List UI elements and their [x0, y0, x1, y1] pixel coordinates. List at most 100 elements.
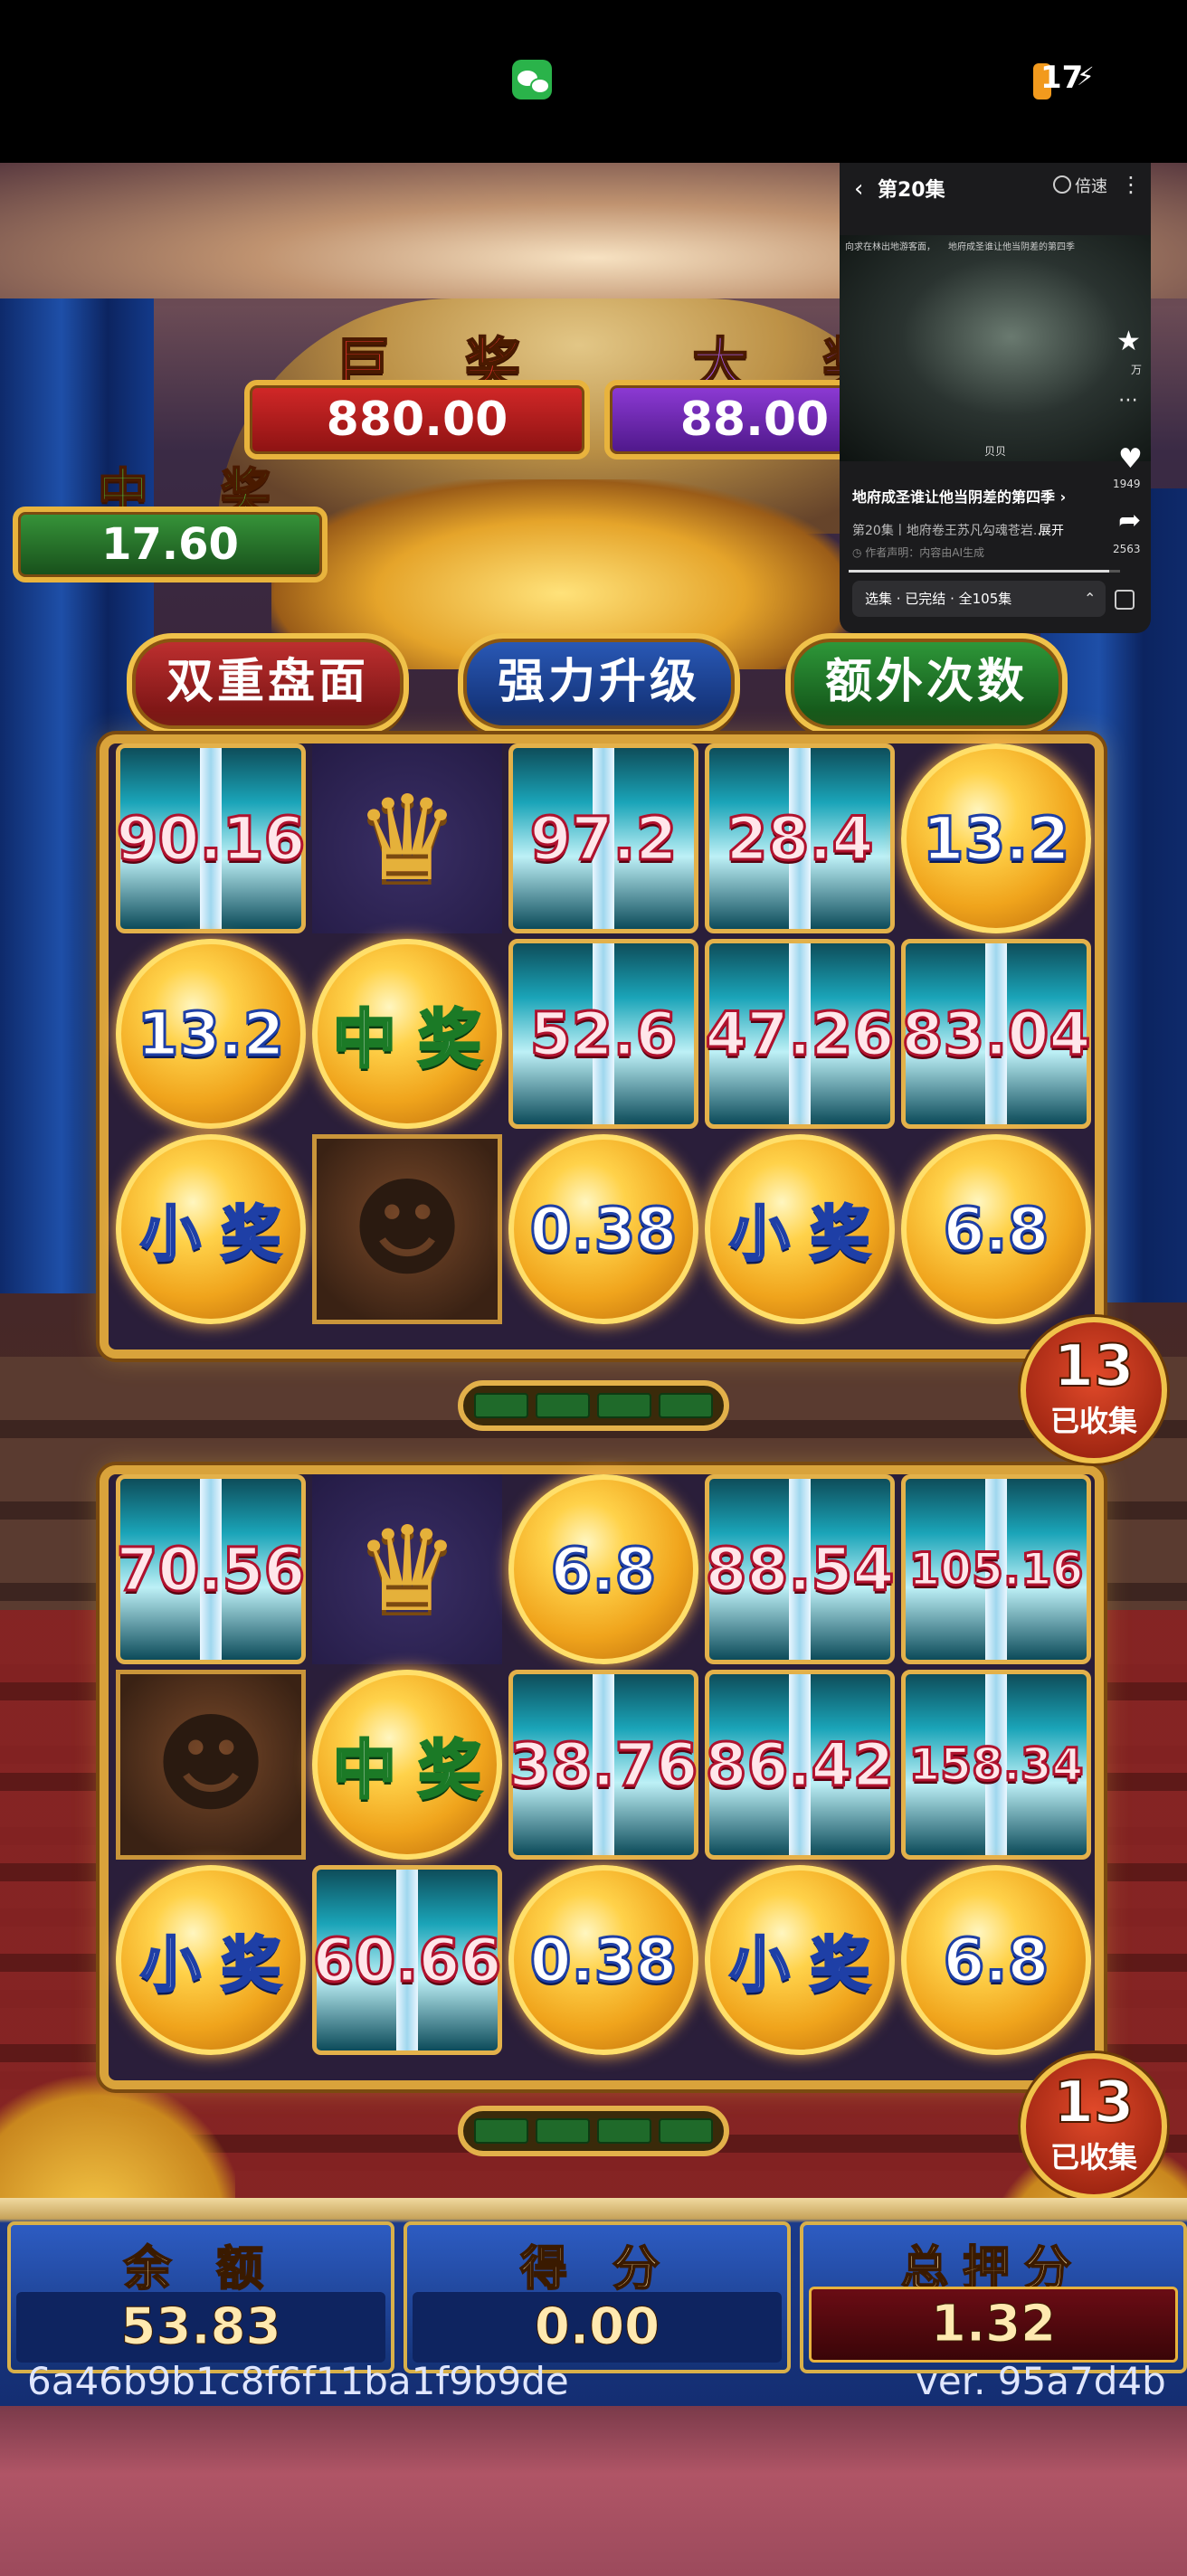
symbol-value: 90.16	[115, 802, 307, 875]
author-statement: ◷ 作者声明：内容由AI生成	[852, 546, 985, 559]
status-bar	[0, 0, 1187, 163]
footer-strip	[0, 2406, 1187, 2576]
favorite-icon[interactable]: ★	[1116, 326, 1141, 357]
progress-segment	[659, 1393, 713, 1418]
sword-symbol: 90.16	[115, 743, 307, 933]
progress-segment	[659, 2118, 713, 2144]
progress-segment	[536, 2118, 590, 2144]
sword-symbol: 60.66	[311, 1865, 503, 2055]
orb-symbol: 小 奖	[116, 1865, 306, 2055]
sword-symbol: 47.26	[704, 939, 896, 1129]
score-label: 得 分	[519, 2241, 675, 2297]
back-icon[interactable]: ‹	[854, 175, 863, 203]
sword-symbol: 52.6	[508, 939, 698, 1129]
orb-symbol: 0.38	[508, 1134, 698, 1324]
king-face-icon: ☻	[154, 1701, 268, 1828]
symbol-value: 小 奖	[139, 1198, 282, 1271]
video-progress-bar[interactable]	[849, 570, 1120, 573]
progress-segment	[474, 1393, 528, 1418]
comment-icon[interactable]: ⋯	[1118, 389, 1138, 412]
episode-title: 第20集	[878, 179, 945, 202]
pip-icon[interactable]	[1115, 590, 1135, 610]
session-hash: 6a46b9b1c8f6f11ba1f9b9de	[27, 2359, 569, 2403]
sword-symbol: 158.34	[901, 1670, 1091, 1860]
king-symbol: ☻	[116, 1670, 306, 1860]
progress-segment	[536, 1393, 590, 1418]
favorite-count: 万	[1131, 364, 1143, 376]
crown-icon: ♛	[354, 770, 461, 907]
symbol-value: 83.04	[900, 998, 1092, 1070]
speed-icon[interactable]	[1053, 175, 1071, 194]
score-value: 0.00	[413, 2292, 782, 2363]
symbol-value: 13.2	[921, 802, 1071, 875]
sword-symbol: 70.56	[115, 1474, 307, 1664]
progress-segment	[474, 2118, 528, 2144]
progress-segment	[597, 1393, 651, 1418]
like-count: 1949	[1113, 478, 1141, 490]
collected-label: 已收集	[1049, 1404, 1137, 1438]
video-progress-fill	[849, 570, 1109, 573]
orb-symbol: 13.2	[901, 743, 1091, 933]
orb-symbol: 中 奖	[312, 939, 502, 1129]
king-face-icon: ☻	[350, 1166, 464, 1293]
share-count: 2563	[1113, 543, 1141, 555]
collect-progress-bottom	[458, 2106, 729, 2156]
video-frame[interactable]: 向求在林出地游客面， 地府成圣谁让他当阴差的第四季 贝贝	[840, 235, 1151, 461]
sword-symbol: 97.2	[508, 743, 698, 933]
balance-value: 53.83	[16, 2292, 385, 2363]
sword-symbol: 105.16	[901, 1474, 1091, 1664]
sword-symbol: 28.4	[705, 743, 895, 933]
floating-video-window[interactable]: ‹ 第20集 倍速 ⋮ 向求在林出地游客面， 地府成圣谁让他当阴差的第四季 贝贝…	[840, 163, 1151, 633]
feature-extra-spins[interactable]: 额外次数	[785, 633, 1068, 734]
orb-symbol: 小 奖	[705, 1134, 895, 1324]
speed-button[interactable]: 倍速	[1075, 174, 1107, 197]
feature-double-board[interactable]: 双重盘面	[127, 633, 409, 734]
expand-button[interactable]: 展开	[1039, 521, 1064, 539]
share-icon[interactable]: ➦	[1118, 505, 1141, 536]
collect-progress-top	[458, 1380, 729, 1431]
orb-symbol: 0.38	[508, 1865, 698, 2055]
orb-symbol: 6.8	[901, 1134, 1091, 1324]
sword-symbol: 83.04	[900, 939, 1092, 1129]
sword-symbol: 86.42	[704, 1670, 896, 1860]
wechat-icon[interactable]	[512, 60, 552, 99]
video-watermark: 贝贝	[984, 445, 1007, 458]
collected-badge-bottom: 13 已收集	[1021, 2053, 1167, 2200]
balance-box: 余 额 53.83	[7, 2221, 394, 2373]
orb-symbol: 小 奖	[116, 1134, 306, 1324]
crown-symbol: ♛	[312, 743, 502, 933]
crown-icon: ♛	[354, 1501, 461, 1638]
collected-count: 13	[1052, 1333, 1135, 1400]
balance-label: 余 额	[123, 2241, 279, 2297]
orb-symbol: 6.8	[508, 1474, 698, 1664]
symbol-value: 70.56	[115, 1533, 307, 1605]
charging-icon: ⚡	[1077, 62, 1095, 91]
grand-jackpot-value: 880.00	[244, 380, 590, 459]
king-symbol: ☻	[312, 1134, 502, 1324]
score-box: 得 分 0.00	[404, 2221, 791, 2373]
symbol-value: 158.34	[907, 1738, 1085, 1793]
chevron-up-icon: ⌃	[1084, 590, 1097, 607]
symbol-value: 105.16	[907, 1542, 1085, 1597]
symbol-value: 6.8	[942, 1924, 1050, 1996]
collected-count: 13	[1052, 2069, 1135, 2136]
like-icon[interactable]: ♥	[1118, 443, 1143, 475]
orb-symbol: 13.2	[116, 939, 306, 1129]
sword-symbol: 38.76	[508, 1670, 699, 1860]
minor-jackpot-value: 17.60	[13, 507, 328, 582]
orb-symbol: 中 奖	[312, 1670, 502, 1860]
more-icon[interactable]: ⋮	[1120, 172, 1142, 197]
series-title[interactable]: 地府成圣谁让他当阴差的第四季 ›	[852, 485, 1066, 507]
total-bet-box[interactable]: 总押分 1.32	[800, 2221, 1187, 2373]
orb-symbol: 6.8	[901, 1865, 1091, 2055]
playlist-button[interactable]: 选集 · 已完结 · 全105集 ⌃	[852, 581, 1106, 617]
collected-badge-top: 13 已收集	[1021, 1317, 1167, 1463]
sword-symbol: 88.54	[704, 1474, 896, 1664]
feature-power-upgrade[interactable]: 强力升级	[458, 633, 740, 734]
total-bet-value[interactable]: 1.32	[809, 2287, 1178, 2363]
episode-subtitle: 第20集丨地府卷王苏凡勾魂苍岩...	[852, 524, 1046, 538]
video-caption-left: 向求在林出地游客面，	[845, 242, 935, 252]
collected-label: 已收集	[1049, 2140, 1137, 2174]
video-caption-right: 地府成圣谁让他当阴差的第四季	[948, 242, 1075, 252]
orb-symbol: 小 奖	[705, 1865, 895, 2055]
